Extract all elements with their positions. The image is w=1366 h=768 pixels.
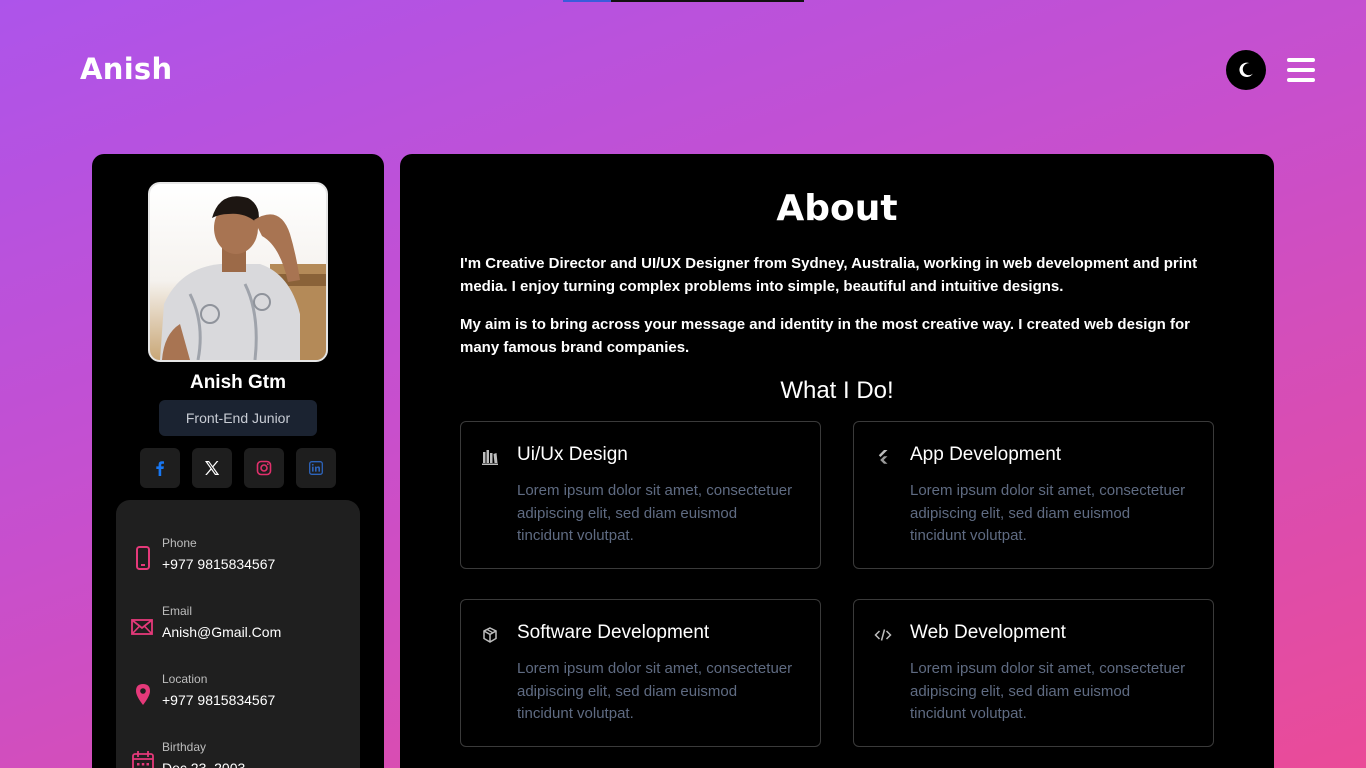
contact-label: Phone bbox=[162, 536, 197, 550]
site-brand[interactable]: Anish bbox=[80, 52, 172, 86]
location-pin-icon bbox=[136, 684, 150, 705]
design-tools-icon bbox=[482, 450, 498, 465]
page-title: About bbox=[776, 188, 898, 229]
linkedin-link[interactable] bbox=[296, 448, 336, 488]
flutter-icon bbox=[878, 450, 888, 464]
moon-icon bbox=[1239, 62, 1253, 78]
contact-label: Birthday bbox=[162, 740, 207, 754]
service-description: Lorem ipsum dolor sit amet, consectetuer… bbox=[517, 660, 793, 722]
mail-icon bbox=[131, 619, 153, 635]
contact-birthday: Birthday Dec 23, 2003 bbox=[116, 740, 360, 768]
service-description: Lorem ipsum dolor sit amet, consectetuer… bbox=[910, 482, 1186, 544]
x-twitter-link[interactable] bbox=[192, 448, 232, 488]
linkedin-icon bbox=[309, 461, 323, 475]
profile-photo bbox=[160, 196, 326, 360]
service-card-app-development: App Development Lorem ipsum dolor sit am… bbox=[853, 421, 1214, 569]
contact-location: Location +977 9815834567 bbox=[116, 672, 360, 722]
instagram-icon bbox=[256, 460, 272, 476]
contact-label: Email bbox=[162, 604, 193, 618]
profile-sidebar: Anish Gtm Front-End Junior Phone +977 98… bbox=[92, 154, 384, 768]
service-title: Software Development bbox=[517, 622, 710, 643]
page-scroll-progress-fill bbox=[563, 0, 612, 2]
contact-value[interactable]: +977 9815834567 bbox=[162, 692, 275, 708]
about-paragraph: My aim is to bring across your message a… bbox=[460, 316, 1190, 356]
facebook-link[interactable] bbox=[140, 448, 180, 488]
role-badge: Front-End Junior bbox=[159, 400, 317, 436]
service-title: Web Development bbox=[910, 622, 1066, 643]
contact-label: Location bbox=[162, 672, 208, 686]
service-description: Lorem ipsum dolor sit amet, consectetuer… bbox=[517, 482, 793, 544]
service-card-software-development: Software Development Lorem ipsum dolor s… bbox=[460, 599, 821, 747]
profile-name: Anish Gtm bbox=[189, 372, 287, 393]
avatar bbox=[148, 182, 328, 362]
x-twitter-icon bbox=[205, 461, 220, 475]
code-icon bbox=[874, 629, 892, 641]
service-title: Ui/Ux Design bbox=[517, 444, 628, 465]
social-links bbox=[140, 448, 336, 488]
about-section: About I'm Creative Director and UI/UX De… bbox=[400, 154, 1274, 768]
about-paragraph: I'm Creative Director and UI/UX Designer… bbox=[460, 255, 1198, 295]
service-description: Lorem ipsum dolor sit amet, consectetuer… bbox=[910, 660, 1186, 722]
phone-icon bbox=[136, 546, 150, 570]
theme-toggle-button[interactable] bbox=[1226, 50, 1266, 90]
services-heading: What I Do! bbox=[780, 377, 894, 404]
contact-email: Email Anish@Gmail.Com bbox=[116, 604, 360, 654]
service-card-uiux: Ui/Ux Design Lorem ipsum dolor sit amet,… bbox=[460, 421, 821, 569]
cube-icon bbox=[483, 627, 497, 643]
facebook-icon bbox=[156, 461, 164, 476]
contact-phone: Phone +977 9815834567 bbox=[116, 536, 360, 586]
service-title: App Development bbox=[910, 444, 1062, 465]
page-scroll-progress bbox=[563, 0, 804, 2]
contact-value[interactable]: Dec 23, 2003 bbox=[162, 760, 245, 768]
service-card-web-development: Web Development Lorem ipsum dolor sit am… bbox=[853, 599, 1214, 747]
contact-value[interactable]: Anish@Gmail.Com bbox=[162, 624, 281, 640]
contact-value[interactable]: +977 9815834567 bbox=[162, 556, 275, 572]
contact-info-card: Phone +977 9815834567 Email Anish@Gmail.… bbox=[116, 500, 360, 768]
instagram-link[interactable] bbox=[244, 448, 284, 488]
hamburger-menu-icon[interactable] bbox=[1287, 58, 1315, 82]
calendar-icon bbox=[132, 751, 154, 768]
